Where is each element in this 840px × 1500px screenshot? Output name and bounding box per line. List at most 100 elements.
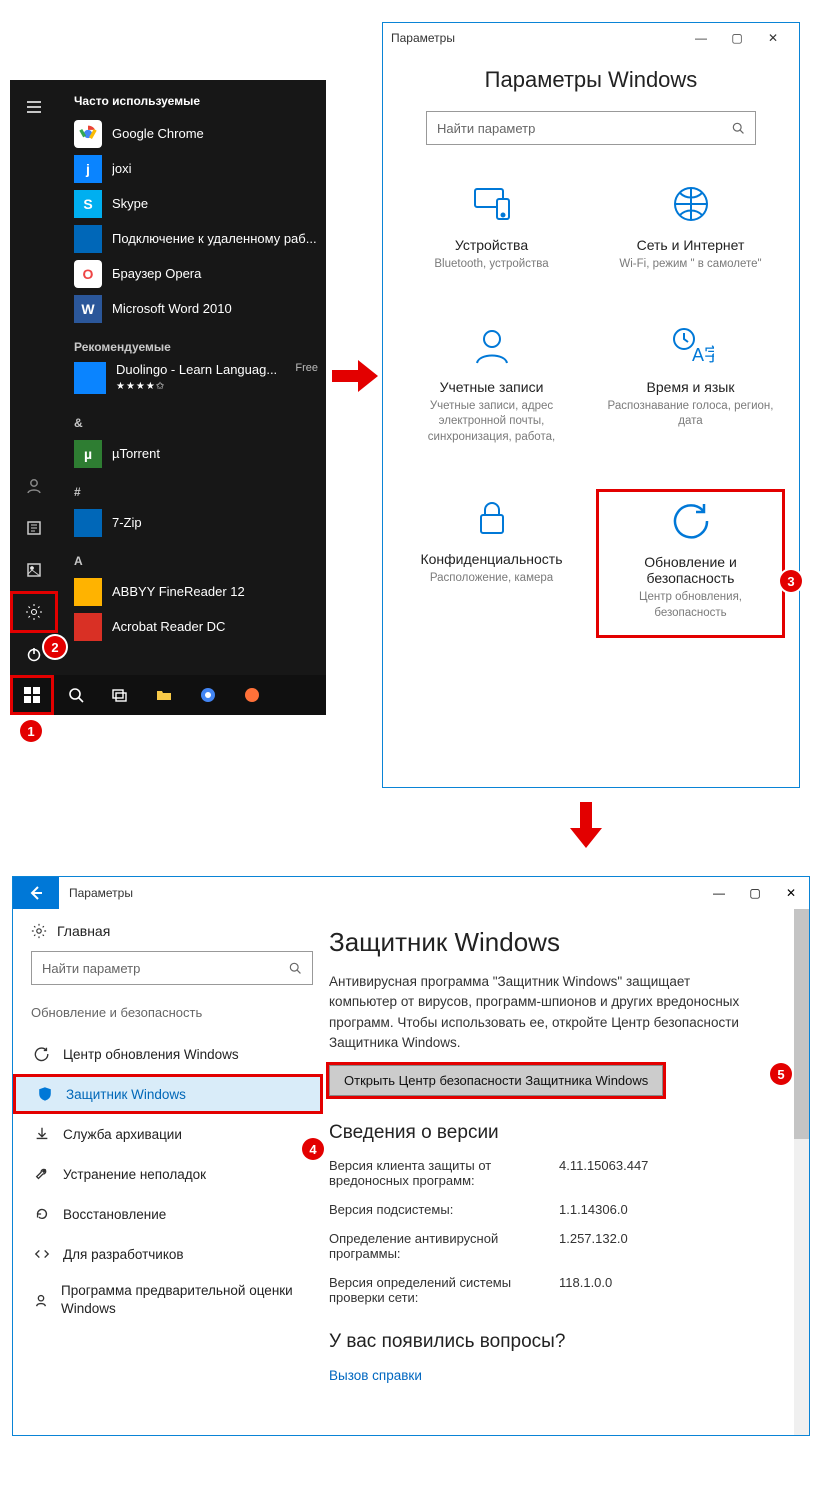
settings-search-input[interactable]: Найти параметр (426, 111, 756, 145)
sidebar-item-label: Служба архивации (63, 1127, 182, 1142)
app-label: Браузер Opera (112, 266, 318, 281)
user-icon[interactable] (10, 465, 58, 507)
kv-key: Определение антивирусной программы: (329, 1231, 559, 1261)
back-button[interactable] (13, 877, 59, 909)
update-icon (33, 1046, 51, 1062)
opera-icon: O (74, 260, 102, 288)
sidebar-search-input[interactable]: Найти параметр (31, 951, 313, 985)
page-title: Защитник Windows (329, 927, 799, 958)
7zip-icon (74, 509, 102, 537)
app-item[interactable]: µ µTorrent (74, 436, 318, 471)
sidebar-home[interactable]: Главная (31, 923, 313, 939)
sidebar-item-defender[interactable]: Защитник Windows (13, 1074, 323, 1114)
step-badge-1: 1 (20, 720, 42, 742)
sidebar-item-troubleshoot[interactable]: Устранение неполадок (31, 1154, 313, 1194)
tile-update-security[interactable]: Обновление и безопасность Центр обновлен… (596, 489, 785, 638)
app-item[interactable]: Acrobat Reader DC (74, 609, 318, 644)
gear-icon (31, 923, 47, 939)
letter-header[interactable]: & (74, 416, 318, 430)
kv-key: Версия клиента защиты от вредоносных про… (329, 1158, 559, 1188)
search-icon (288, 961, 302, 975)
heading-recommended: Рекомендуемые (74, 340, 318, 354)
app-extra-label: Free (295, 362, 318, 374)
sidebar-item-label: Программа предварительной оценки Windows (61, 1282, 313, 1317)
app-item[interactable]: S Skype (74, 186, 318, 221)
joxi-icon: j (74, 155, 102, 183)
settings-gear-icon[interactable] (10, 591, 58, 633)
time-language-icon: A字 (668, 323, 714, 369)
sidebar-item-windows-update[interactable]: Центр обновления Windows (31, 1034, 313, 1074)
start-rail (10, 80, 58, 675)
maximize-button[interactable]: ▢ (737, 878, 773, 908)
section-heading: У вас появились вопросы? (329, 1331, 799, 1353)
sidebar-home-label: Главная (57, 923, 110, 939)
tile-privacy[interactable]: Конфиденциальность Расположение, камера (397, 489, 586, 638)
wrench-icon (33, 1166, 51, 1182)
app-item[interactable]: Google Chrome (74, 116, 318, 151)
tile-subtitle: Учетные записи, адрес электронной почты,… (401, 399, 582, 446)
chrome-taskbar-icon[interactable] (186, 675, 230, 715)
tile-title: Время и язык (600, 379, 781, 395)
app-label: Duolingo - Learn Languag... (116, 362, 277, 377)
close-button[interactable]: ✕ (755, 23, 791, 53)
globe-icon (668, 181, 714, 227)
pictures-icon[interactable] (10, 549, 58, 591)
tile-time-language[interactable]: A字 Время и язык Распознавание голоса, ре… (596, 317, 785, 460)
scrollbar[interactable] (794, 909, 809, 1435)
tile-accounts[interactable]: Учетные записи Учетные записи, адрес эле… (397, 317, 586, 460)
step-badge-4: 4 (302, 1138, 324, 1160)
rating-stars: ★★★★✩ (116, 381, 165, 392)
app-item[interactable]: 7-Zip (74, 505, 318, 540)
app-label: Google Chrome (112, 126, 318, 141)
arrow-down-icon (570, 802, 602, 848)
tile-network[interactable]: Сеть и Интернет Wi-Fi, режим " в самолет… (596, 175, 785, 287)
sidebar-item-backup[interactable]: Служба архивации (31, 1114, 313, 1154)
tile-title: Устройства (401, 237, 582, 253)
page-description: Антивирусная программа "Защитник Windows… (329, 972, 759, 1053)
firefox-taskbar-icon[interactable] (230, 675, 274, 715)
sidebar-item-label: Восстановление (63, 1207, 166, 1222)
help-link[interactable]: Вызов справки (329, 1368, 422, 1383)
search-icon[interactable] (54, 675, 98, 715)
settings-tiles: Устройства Bluetooth, устройства Сеть и … (383, 175, 799, 658)
app-item[interactable]: W Microsoft Word 2010 (74, 291, 318, 326)
sidebar-item-recovery[interactable]: Восстановление (31, 1194, 313, 1234)
step-badge-2: 2 (44, 636, 66, 658)
sidebar-item-developers[interactable]: Для разработчиков (31, 1234, 313, 1274)
kv-key: Версия подсистемы: (329, 1202, 559, 1217)
letter-header[interactable]: # (74, 485, 318, 499)
hamburger-icon[interactable] (10, 86, 58, 128)
open-defender-button[interactable]: Открыть Центр безопасности Защитника Win… (329, 1065, 663, 1096)
explorer-icon[interactable] (142, 675, 186, 715)
recovery-icon (33, 1206, 51, 1222)
app-item[interactable]: Duolingo - Learn Languag... Free ★★★★✩ (74, 360, 318, 402)
settings-window: Параметры — ▢ ✕ Параметры Windows Найти … (382, 22, 800, 788)
tile-subtitle: Расположение, камера (401, 571, 582, 587)
word-icon: W (74, 295, 102, 323)
app-label: joxi (112, 161, 318, 176)
app-item[interactable]: ABBYY FineReader 12 (74, 574, 318, 609)
app-item[interactable]: Подключение к удаленному раб... (74, 221, 318, 256)
taskview-icon[interactable] (98, 675, 142, 715)
minimize-button[interactable]: — (701, 878, 737, 908)
start-menu: Часто используемые Google Chrome j joxi … (10, 80, 326, 715)
documents-icon[interactable] (10, 507, 58, 549)
minimize-button[interactable]: — (683, 23, 719, 53)
rdp-icon (74, 225, 102, 253)
maximize-button[interactable]: ▢ (719, 23, 755, 53)
sidebar-item-insider[interactable]: Программа предварительной оценки Windows (31, 1274, 313, 1326)
tile-title: Конфиденциальность (401, 551, 582, 567)
settings-defender-window: Параметры — ▢ ✕ Главная Найти параметр (12, 876, 810, 1436)
app-label: Skype (112, 196, 318, 211)
app-item[interactable]: j joxi (74, 151, 318, 186)
tile-devices[interactable]: Устройства Bluetooth, устройства (397, 175, 586, 287)
titlebar: Параметры — ▢ ✕ (383, 23, 799, 53)
scrollbar-thumb[interactable] (794, 909, 809, 1139)
kv-val: 118.1.0.0 (559, 1275, 612, 1305)
start-button[interactable] (10, 675, 54, 715)
app-item[interactable]: O Браузер Opera (74, 256, 318, 291)
close-button[interactable]: ✕ (773, 878, 809, 908)
search-icon (731, 121, 745, 135)
letter-header[interactable]: A (74, 554, 318, 568)
sidebar-item-label: Для разработчиков (63, 1247, 184, 1262)
